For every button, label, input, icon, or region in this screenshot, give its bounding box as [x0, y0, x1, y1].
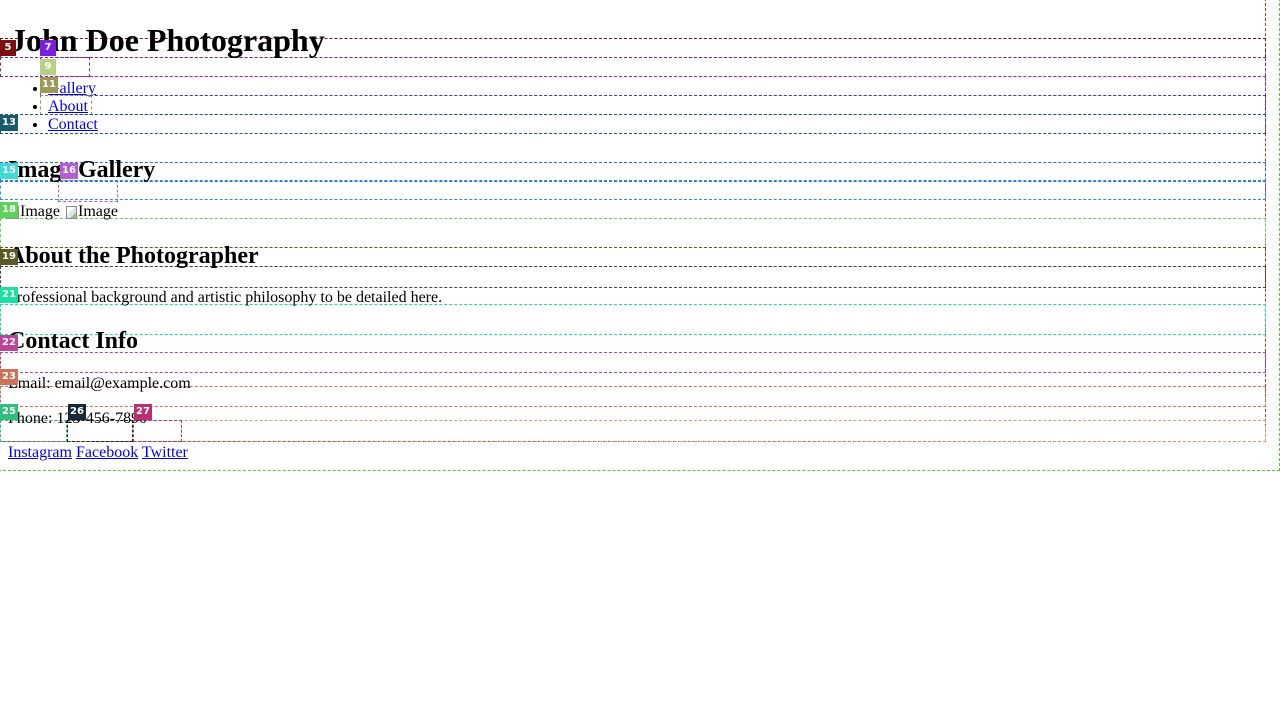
- about-body: Professional background and artistic phi…: [8, 289, 443, 306]
- debug-box-gallery: [0, 162, 1266, 182]
- contact-email: Email: email@example.com: [8, 375, 191, 392]
- debug-badge-11: 11: [40, 77, 58, 93]
- debug-box-phone: [0, 420, 1266, 442]
- debug-badge-21: 21: [0, 287, 18, 303]
- contact-heading: Contact Info: [8, 328, 138, 354]
- social-links: Instagram Facebook Twitter: [8, 444, 188, 462]
- debug-badge-25: 25: [0, 404, 18, 420]
- debug-box-nav-list: [40, 76, 1266, 96]
- debug-box-nav-item: [40, 95, 1266, 115]
- nav-item-about: About: [48, 98, 98, 116]
- nav-link-about[interactable]: About: [48, 98, 88, 115]
- debug-badge-18: 18: [0, 202, 18, 218]
- debug-badge-22: 22: [0, 335, 18, 351]
- debug-box-contact: [0, 352, 1266, 373]
- debug-badge-5: 5: [0, 40, 16, 56]
- debug-box-gallery-row: [0, 180, 1266, 200]
- debug-box-contact-link: [0, 114, 1266, 134]
- debug-badge-19: 19: [0, 249, 18, 265]
- debug-box-about-body: [0, 304, 1266, 335]
- gallery-images: Image Image: [8, 203, 118, 221]
- debug-badge-13: 13: [0, 115, 18, 131]
- page: John Doe Photography 5 7 9 11 Gallery Ab…: [0, 0, 1280, 720]
- debug-badge-16: 16: [60, 163, 78, 179]
- debug-badge-27: 27: [134, 404, 152, 420]
- debug-badge-15: 15: [0, 163, 18, 179]
- social-link-twitter[interactable]: Twitter: [142, 444, 188, 461]
- nav-item-contact: Contact: [48, 116, 98, 134]
- site-title: John Doe Photography: [10, 22, 325, 58]
- gallery-image-1-alt: Image: [20, 203, 60, 220]
- debug-badge-23: 23: [0, 369, 18, 385]
- nav-link-contact[interactable]: Contact: [48, 116, 98, 133]
- broken-image-icon: [65, 205, 77, 219]
- debug-badge-26: 26: [68, 404, 86, 420]
- debug-badge-7: 7: [40, 40, 56, 56]
- social-link-facebook[interactable]: Facebook: [76, 444, 138, 461]
- about-heading: About the Photographer: [8, 243, 259, 269]
- gallery-image-2[interactable]: Image: [65, 203, 118, 221]
- gallery-image-2-alt: Image: [77, 203, 118, 220]
- debug-badge-9: 9: [40, 59, 56, 75]
- social-link-instagram[interactable]: Instagram: [8, 444, 72, 461]
- gallery-heading: Image Gallery: [8, 157, 156, 183]
